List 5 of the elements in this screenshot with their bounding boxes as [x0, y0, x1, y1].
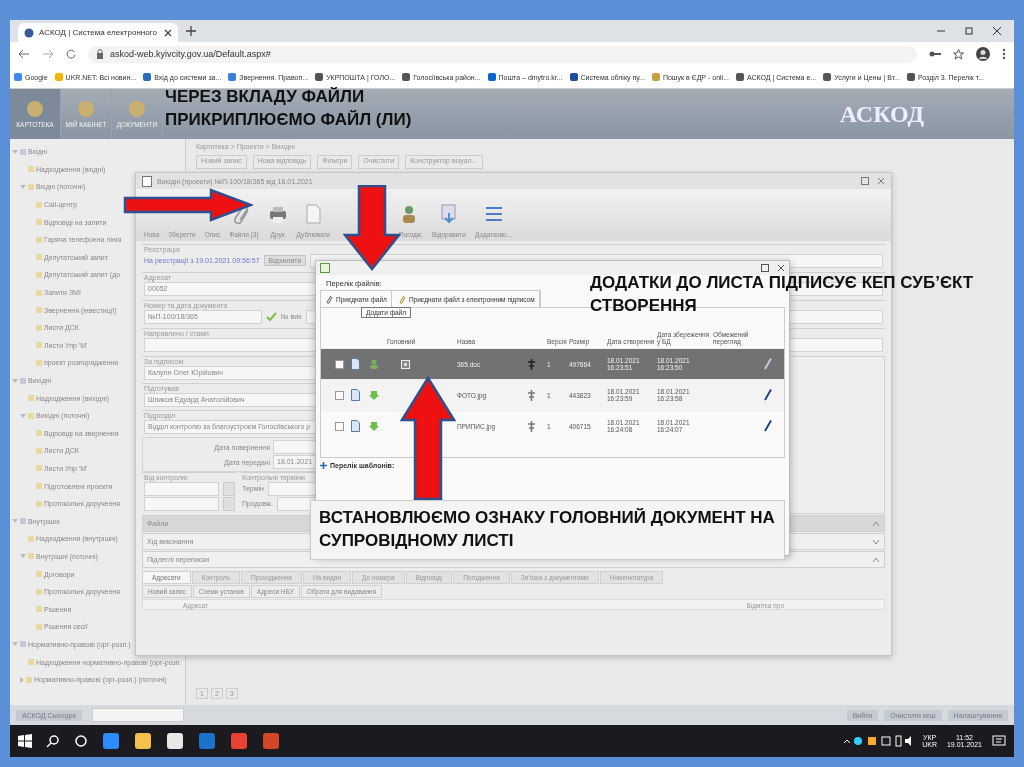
annotation-text: ЧЕРЕЗ ВКЛАДУ ФАЙЛИ ПРИКРИПЛЮЄМО ФАЙЛ (ЛИ) [165, 86, 413, 131]
tab-title: АСКОД | Система електронного [39, 28, 158, 37]
app-logo: АСКОД [839, 100, 925, 128]
annotation-text: ВСТАНОВЛЮЄМО ОЗНАКУ ГОЛОВНИЙ ДОКУМЕНТ НА СУПРОВІДНОМУ ЛИСТІ [310, 500, 785, 560]
annotation-text: ДОДАТКИ ДО ЛИСТА ПІДПИСУЄ КЕП СУБ’ЄКТ СТВОРЕННЯ [590, 272, 975, 317]
